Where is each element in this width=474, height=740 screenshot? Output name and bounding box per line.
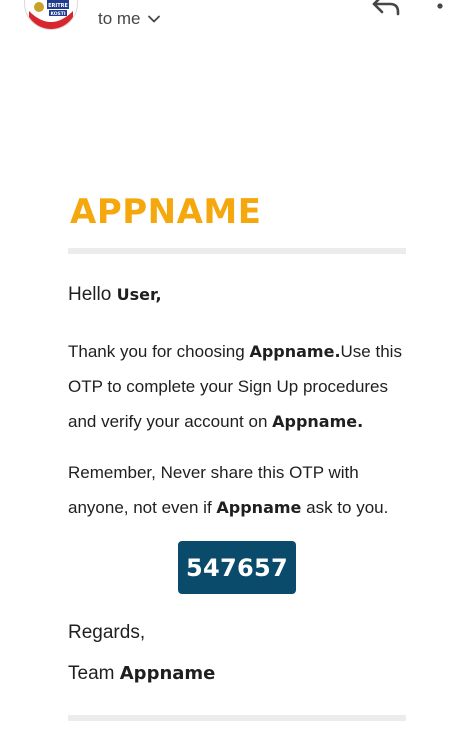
team-prefix: Team [68, 663, 120, 684]
signature: Team Appname [68, 663, 215, 685]
team-name: Appname [119, 663, 216, 684]
greeting-name: User, [116, 285, 162, 304]
regards-text: Regards, [68, 622, 146, 643]
warning-text-b: ask to you. [301, 498, 389, 517]
chevron-down-icon [147, 15, 160, 23]
app-name-3: Appname [216, 498, 302, 517]
svg-text:ERITRE: ERITRE [48, 3, 68, 9]
intro-paragraph: Thank you for choosing Appname.Use this … [68, 334, 418, 439]
top-divider [68, 248, 406, 254]
more-vert-icon [437, 3, 443, 9]
warning-paragraph: Remember, Never share this OTP with anyo… [68, 455, 418, 525]
sender-avatar[interactable]: ERITRE KOSTI [24, 0, 78, 30]
more-options-button[interactable] [430, 0, 450, 20]
bottom-divider [68, 715, 406, 721]
otp-code: 547657 [178, 541, 296, 594]
svg-text:KOSTI: KOSTI [50, 11, 65, 17]
greeting-prefix: Hello [68, 284, 117, 305]
greeting: Hello User, [68, 284, 162, 306]
reply-button[interactable] [370, 0, 402, 20]
reply-icon [372, 0, 400, 16]
sender-logo-icon: ERITRE KOSTI [26, 0, 76, 29]
app-name-1: Appname. [249, 342, 341, 361]
intro-text-a: Thank you for choosing [68, 342, 250, 361]
recipient-label: to me [98, 9, 141, 28]
app-name-2: Appname. [272, 412, 364, 431]
brand-title: APPNAME [70, 192, 262, 232]
recipient-details-toggle[interactable]: to me [98, 8, 161, 30]
